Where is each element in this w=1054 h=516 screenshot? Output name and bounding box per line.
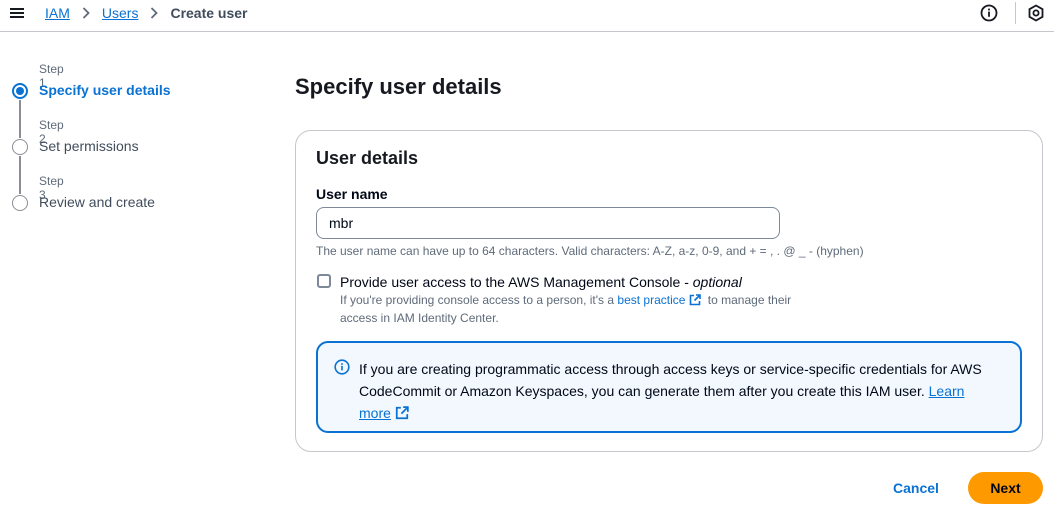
chevron-right-icon xyxy=(82,7,90,19)
alert-message: If you are creating programmatic access … xyxy=(359,358,999,426)
step-indicator-icon xyxy=(12,195,28,211)
optional-tag: optional xyxy=(692,274,742,290)
username-constraint-text: The user name can have up to 64 characte… xyxy=(316,244,864,258)
page-title: Specify user details xyxy=(295,74,502,99)
info-icon[interactable] xyxy=(979,3,999,23)
breadcrumb-iam-link[interactable]: IAM xyxy=(45,5,70,21)
hamburger-menu-icon[interactable] xyxy=(10,6,26,22)
step-title-set-permissions: Set permissions xyxy=(39,138,139,154)
breadcrumb-current: Create user xyxy=(170,5,248,21)
container-header: User details xyxy=(316,148,419,168)
step-connector xyxy=(19,156,21,194)
console-access-label-text: Provide user access to the AWS Managemen… xyxy=(340,274,693,290)
notification-icon[interactable] xyxy=(1026,3,1046,23)
description-text: If you're providing console access to a … xyxy=(340,293,618,307)
cancel-button[interactable]: Cancel xyxy=(884,472,948,504)
username-label: User name xyxy=(316,186,388,202)
step-title-review-and-create: Review and create xyxy=(39,194,155,210)
step-active-indicator-icon xyxy=(12,83,28,99)
next-button[interactable]: Next xyxy=(968,472,1043,504)
username-input[interactable] xyxy=(316,207,780,239)
chevron-right-icon xyxy=(150,7,159,19)
user-details-container: User details User name The user name can… xyxy=(295,130,1043,452)
top-navigation-bar: IAM Users Create user xyxy=(0,0,1054,32)
info-icon xyxy=(334,359,350,375)
info-alert: If you are creating programmatic access … xyxy=(316,341,1022,433)
console-access-label[interactable]: Provide user access to the AWS Managemen… xyxy=(340,274,742,290)
step-indicator-icon xyxy=(12,139,28,155)
step-connector xyxy=(19,100,21,138)
console-access-description: If you're providing console access to a … xyxy=(340,292,800,326)
toolbar-divider xyxy=(1015,2,1016,24)
breadcrumb-users-link[interactable]: Users xyxy=(102,5,139,21)
external-link-icon xyxy=(689,294,702,310)
external-link-icon xyxy=(395,404,409,426)
step-title-specify-user-details[interactable]: Specify user details xyxy=(39,82,171,98)
breadcrumb: IAM Users Create user xyxy=(45,4,248,22)
console-access-checkbox[interactable] xyxy=(317,274,331,288)
alert-message-text: If you are creating programmatic access … xyxy=(359,361,982,399)
best-practice-link[interactable]: best practice xyxy=(617,293,685,307)
